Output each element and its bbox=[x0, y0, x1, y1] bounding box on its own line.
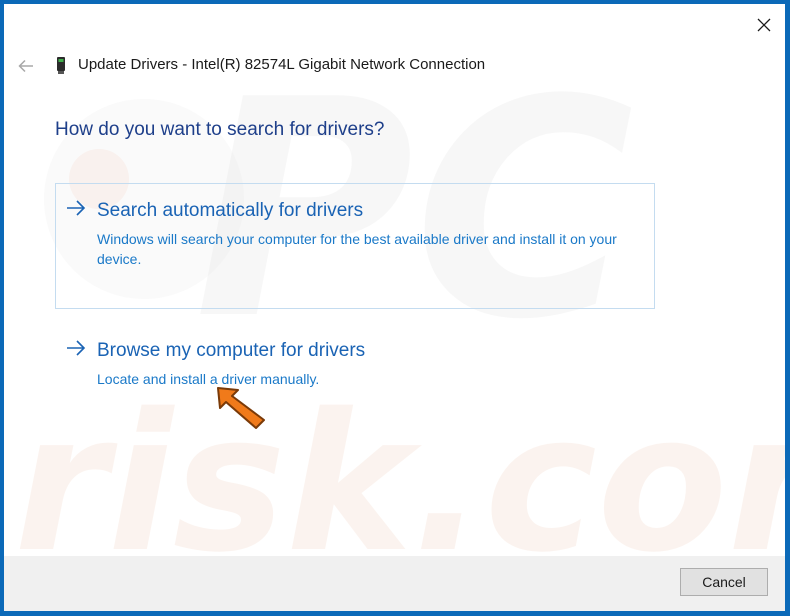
dialog-footer: Cancel bbox=[4, 556, 785, 611]
back-arrow-icon bbox=[18, 59, 33, 73]
orange-pointer-arrow-icon bbox=[217, 387, 265, 429]
right-arrow-icon bbox=[67, 200, 86, 216]
window-title: Update Drivers - Intel(R) 82574L Gigabit… bbox=[78, 56, 486, 73]
update-drivers-dialog: PC risk.com Update Drivers - Intel(R) 82… bbox=[4, 4, 785, 611]
network-adapter-icon bbox=[57, 57, 65, 74]
close-button[interactable] bbox=[742, 4, 785, 46]
option-description: Locate and install a driver manually. bbox=[97, 371, 320, 387]
cancel-button[interactable]: Cancel bbox=[680, 568, 768, 596]
option-title: Search automatically for drivers bbox=[97, 200, 364, 221]
page-heading: How do you want to search for drivers? bbox=[55, 119, 385, 140]
right-arrow-icon bbox=[67, 340, 86, 356]
option-title: Browse my computer for drivers bbox=[97, 340, 366, 361]
browse-computer-option[interactable]: Browse my computer for drivers Locate an… bbox=[55, 325, 655, 405]
close-icon bbox=[757, 18, 770, 32]
option-description: Windows will search your computer for th… bbox=[97, 231, 617, 267]
back-button[interactable] bbox=[12, 52, 40, 80]
search-automatically-option[interactable]: Search automatically for drivers Windows… bbox=[55, 183, 655, 309]
